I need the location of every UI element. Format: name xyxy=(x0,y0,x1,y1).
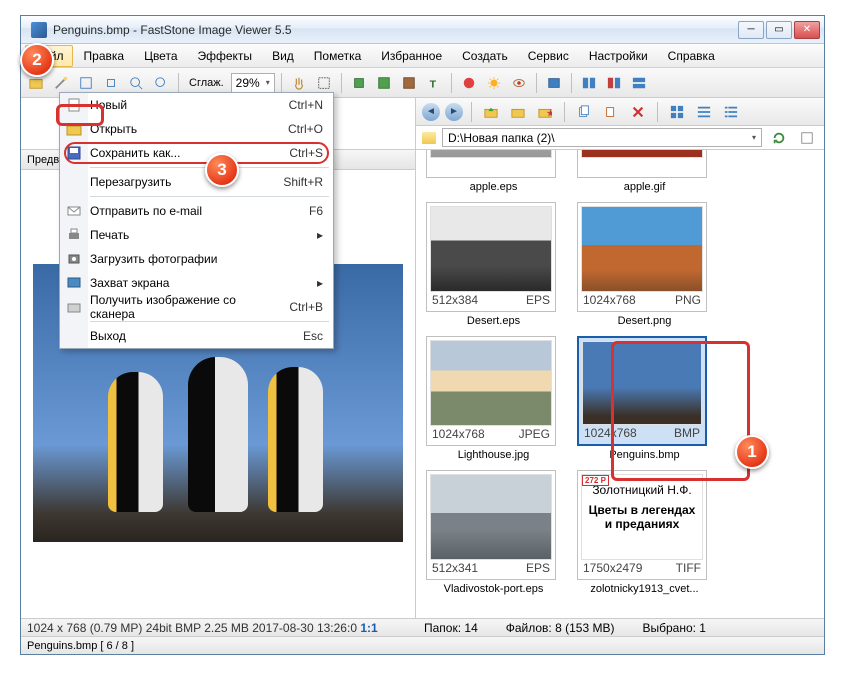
callout-1: 1 xyxy=(735,435,769,469)
nav-toolbar: ◄ ► ★ xyxy=(416,98,824,126)
back-button[interactable]: ◄ xyxy=(422,103,440,121)
maximize-button[interactable]: ▭ xyxy=(766,21,792,39)
menu-help[interactable]: Справка xyxy=(659,45,724,67)
menu-view[interactable]: Вид xyxy=(263,45,303,67)
right-pane: ◄ ► ★ D:\Новая папка (2)\ xyxy=(416,98,824,636)
menu-mark[interactable]: Пометка xyxy=(305,45,371,67)
minimize-button[interactable]: ─ xyxy=(738,21,764,39)
layout1-icon[interactable] xyxy=(578,72,600,94)
menu-save-as[interactable]: Сохранить как...Ctrl+S xyxy=(60,141,333,165)
smooth-label: Сглаж. xyxy=(185,77,228,89)
thumbnail[interactable]: 512x384EPS xyxy=(426,202,556,312)
menu-email[interactable]: Отправить по e-mailF6 xyxy=(60,199,333,223)
refresh-icon[interactable] xyxy=(768,127,790,149)
menu-scan[interactable]: Получить изображение со сканераCtrl+B xyxy=(60,295,333,319)
menu-exit[interactable]: ВыходEsc xyxy=(60,324,333,348)
slideshow-icon[interactable] xyxy=(543,72,565,94)
menu-edit[interactable]: Правка xyxy=(75,45,134,67)
zoom-actual-icon[interactable] xyxy=(100,72,122,94)
status-folders: Папок: 14 xyxy=(424,621,478,635)
menu-reload[interactable]: ПерезагрузитьShift+R xyxy=(60,170,333,194)
close-button[interactable]: ✕ xyxy=(794,21,820,39)
layout2-icon[interactable] xyxy=(603,72,625,94)
callout-2: 2 xyxy=(20,43,54,77)
menu-colors[interactable]: Цвета xyxy=(135,45,186,67)
callout-3: 3 xyxy=(205,153,239,187)
thumbnail[interactable]: 1024x768JPEG xyxy=(426,336,556,446)
status-bar: 1024 x 768 (0.79 MP) 24bit BMP 2.25 MB 2… xyxy=(21,618,824,636)
filter-icon[interactable] xyxy=(796,127,818,149)
thumbnail[interactable]: 272 PЗолотницкий Н.Ф.Цветы в легендахи п… xyxy=(577,470,707,580)
thumbnail[interactable] xyxy=(426,150,556,178)
move-icon[interactable] xyxy=(600,101,622,123)
menu-service[interactable]: Сервис xyxy=(519,45,578,67)
svg-text:T: T xyxy=(429,78,436,90)
app-icon xyxy=(31,22,47,38)
menu-create[interactable]: Создать xyxy=(453,45,517,67)
hand-icon[interactable] xyxy=(288,72,310,94)
status-files: Файлов: 8 (153 MB) xyxy=(506,621,615,635)
menu-settings[interactable]: Настройки xyxy=(580,45,657,67)
thumbnail-grid[interactable]: apple.eps apple.gif 512x384EPSDesert.eps… xyxy=(416,150,824,636)
window-title: Penguins.bmp - FastStone Image Viewer 5.… xyxy=(53,23,738,37)
zoom-fit-icon[interactable] xyxy=(75,72,97,94)
menu-favorites[interactable]: Избранное xyxy=(372,45,451,67)
view-list-icon[interactable] xyxy=(693,101,715,123)
folder-icon xyxy=(422,132,436,144)
brightness-icon[interactable] xyxy=(483,72,505,94)
app-window: Penguins.bmp - FastStone Image Viewer 5.… xyxy=(20,15,825,655)
thumbnail-selected[interactable]: 1024x768BMP xyxy=(577,336,707,446)
crop-icon[interactable] xyxy=(348,72,370,94)
menu-open[interactable]: ОткрытьCtrl+O xyxy=(60,117,333,141)
color-icon[interactable] xyxy=(458,72,480,94)
path-bar: D:\Новая папка (2)\ xyxy=(416,126,824,150)
fav-folder-icon[interactable]: ★ xyxy=(534,101,556,123)
menu-print[interactable]: Печать▸ xyxy=(60,223,333,247)
forward-button[interactable]: ► xyxy=(445,103,463,121)
new-folder-icon[interactable] xyxy=(507,101,529,123)
view-details-icon[interactable] xyxy=(720,101,742,123)
path-input[interactable]: D:\Новая папка (2)\ xyxy=(442,128,762,147)
view-thumbs-icon[interactable] xyxy=(666,101,688,123)
thumbnail[interactable]: 1024x768PNG xyxy=(577,202,707,312)
menu-new[interactable]: НовыйCtrl+N xyxy=(60,93,333,117)
resize-icon[interactable] xyxy=(373,72,395,94)
up-folder-icon[interactable] xyxy=(480,101,502,123)
copy-icon[interactable] xyxy=(573,101,595,123)
status-selected: Выбрано: 1 xyxy=(642,621,706,635)
delete-icon[interactable] xyxy=(627,101,649,123)
file-menu-dropdown: НовыйCtrl+N ОткрытьCtrl+O Сохранить как.… xyxy=(59,92,334,349)
thumbnail[interactable] xyxy=(577,150,707,178)
zoom-out-icon[interactable] xyxy=(150,72,172,94)
select-icon[interactable] xyxy=(313,72,335,94)
zoom-in-icon[interactable] xyxy=(125,72,147,94)
wand-icon[interactable] xyxy=(50,72,72,94)
thumbnail[interactable]: 512x341EPS xyxy=(426,470,556,580)
layout3-icon[interactable] xyxy=(628,72,650,94)
titlebar: Penguins.bmp - FastStone Image Viewer 5.… xyxy=(21,16,824,44)
canvas-icon[interactable] xyxy=(398,72,420,94)
file-bar: Penguins.bmp [ 6 / 8 ] xyxy=(21,636,824,654)
menu-capture[interactable]: Захват экрана▸ xyxy=(60,271,333,295)
redeye-icon[interactable] xyxy=(508,72,530,94)
menubar: Файл Правка Цвета Эффекты Вид Пометка Из… xyxy=(21,44,824,68)
text-icon[interactable]: T xyxy=(423,72,445,94)
svg-text:★: ★ xyxy=(546,107,552,119)
menu-effects[interactable]: Эффекты xyxy=(189,45,262,67)
zoom-combo[interactable]: 29% xyxy=(231,73,275,93)
menu-upload[interactable]: Загрузить фотографии xyxy=(60,247,333,271)
